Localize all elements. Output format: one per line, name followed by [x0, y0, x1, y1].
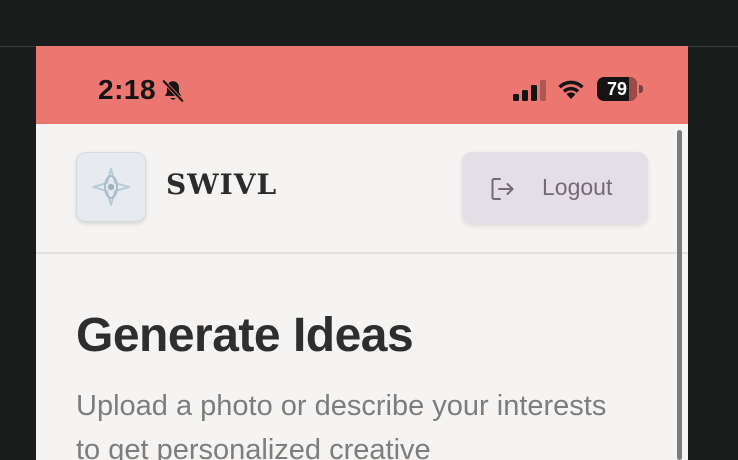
page-title: Generate Ideas: [76, 309, 414, 362]
logout-label: Logout: [542, 174, 613, 200]
page-subtitle: Upload a photo or describe your interest…: [76, 390, 607, 460]
phone-screen: 2:18 79 SWIVL Logout Generate Ideas Uplo…: [36, 46, 688, 460]
logout-icon: [491, 178, 514, 200]
wifi-icon: [558, 80, 584, 99]
battery-icon: 79: [597, 77, 645, 101]
app-logo[interactable]: [76, 152, 146, 222]
top-dark-strip: [0, 0, 738, 47]
app-header: SWIVL Logout: [36, 124, 688, 254]
battery-percentage: 79: [606, 79, 628, 99]
brand-name: SWIVL: [166, 168, 278, 201]
logout-button[interactable]: Logout: [462, 152, 648, 224]
compass-star-icon: [92, 168, 130, 206]
cellular-signal-icon: [513, 80, 546, 101]
scrollbar[interactable]: [677, 130, 682, 460]
status-time: 2:18: [98, 74, 157, 105]
bell-slash-icon: [161, 79, 185, 103]
status-bar: 2:18 79: [36, 46, 688, 124]
